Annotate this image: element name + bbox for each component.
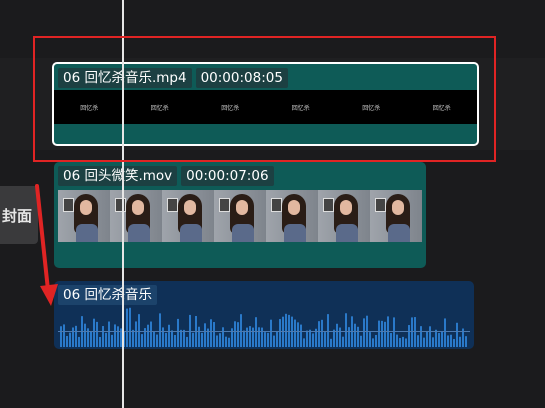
annotation-arrow-icon (35, 184, 58, 306)
timeline: 封面 06 回忆杀音乐.mp4 00:00:08:05 回忆杀 回忆杀 回忆杀 … (0, 0, 545, 408)
